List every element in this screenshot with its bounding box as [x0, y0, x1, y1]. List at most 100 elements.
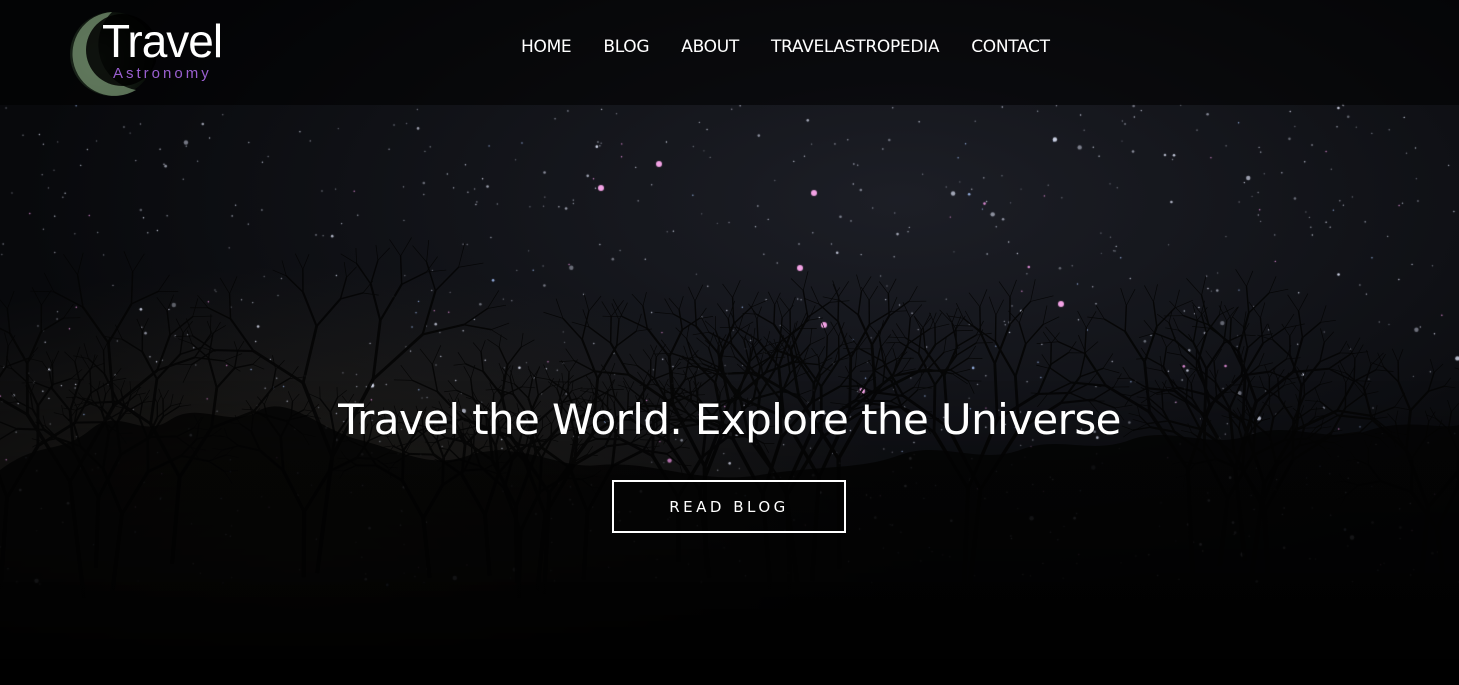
tree-branch [121, 338, 143, 353]
tree-branch [487, 304, 507, 309]
tree-branch [1122, 366, 1131, 379]
tree-branch [642, 292, 647, 307]
tree-branch [1259, 317, 1264, 344]
tree-branch [601, 301, 612, 317]
tree-branch [1323, 331, 1335, 343]
nav-item-blog[interactable]: BLOG [587, 36, 665, 58]
tree-branch [1030, 295, 1054, 302]
tree-branch [1153, 284, 1158, 302]
tree-branch [1454, 367, 1459, 370]
tree-branch [890, 296, 898, 312]
tree-branch [934, 312, 942, 325]
tree-branch [457, 352, 466, 364]
tree-branch [796, 357, 815, 384]
tree-branch [1042, 305, 1048, 325]
tree-branch [794, 361, 818, 366]
tree-branch [1235, 269, 1247, 287]
tree-branch [773, 304, 776, 325]
tree-branch [389, 239, 401, 257]
tree-branch [104, 336, 123, 340]
tree-branch [885, 341, 900, 344]
tree-branch [1383, 366, 1399, 383]
tree-branch [1095, 305, 1105, 320]
tree-branch [891, 329, 901, 343]
tree-branch [1014, 343, 1027, 377]
tree-branch [927, 351, 945, 370]
tree-branch [698, 307, 707, 319]
tree-branch [1045, 326, 1059, 342]
tree-branch [954, 329, 973, 332]
tree-branch [182, 364, 192, 383]
tree-branch [750, 306, 758, 320]
tree-branch [102, 350, 106, 375]
tree-branch [664, 298, 674, 315]
tree-branch [371, 320, 382, 380]
tree-branch [1050, 352, 1069, 365]
tree-branch [860, 286, 870, 301]
tree-branch [42, 362, 50, 373]
site-logo[interactable]: Travel Astronomy [66, 8, 256, 102]
tree-branch [837, 296, 840, 322]
tree-branch [1287, 294, 1299, 312]
tree-branch [1366, 349, 1372, 366]
tree-branch [779, 297, 791, 312]
tree-branch [700, 316, 710, 333]
tree-branch [343, 261, 347, 278]
tree-branch [1260, 302, 1266, 318]
tree-branch [856, 274, 862, 292]
nav-item-home[interactable]: HOME [505, 36, 587, 58]
tree-branch [650, 371, 672, 382]
tree-branch [880, 334, 892, 348]
tree-branch [356, 263, 372, 285]
tree-branch [1042, 331, 1052, 344]
tree-branch [930, 323, 950, 329]
tree-branch [1146, 367, 1163, 372]
tree-branch [77, 252, 84, 275]
tree-branch [206, 320, 213, 336]
tree-branch [362, 292, 379, 296]
tree-branch [821, 321, 828, 337]
tree-branch [156, 297, 168, 312]
tree-branch [653, 357, 658, 379]
nav-item-travelastropedia[interactable]: TRAVELASTROPEDIA [755, 36, 955, 58]
tree-branch [994, 341, 1017, 377]
tree-branch [668, 298, 680, 310]
top-navbar: Travel Astronomy HOME BLOG ABOUT TRAVELA… [0, 0, 1459, 105]
tree-branch [733, 306, 752, 325]
tree-branch [491, 322, 510, 330]
tree-branch [635, 313, 642, 332]
logo-subtitle: Astronomy [113, 65, 212, 82]
tree-branch [591, 367, 599, 380]
tree-branch [679, 355, 694, 367]
tree-branch [1247, 335, 1262, 349]
nav-item-contact[interactable]: CONTACT [955, 36, 1066, 58]
tree-branch [1232, 316, 1244, 328]
tree-branch [107, 303, 133, 344]
tree-branch [207, 307, 231, 320]
tree-branch [399, 255, 403, 285]
nav-item-about[interactable]: ABOUT [665, 36, 755, 58]
tree-branch [422, 323, 465, 336]
tree-branch [480, 340, 486, 353]
tree-branch [1186, 278, 1202, 296]
tree-branch [419, 348, 433, 365]
tree-branch [979, 306, 982, 333]
tree-branch [1291, 337, 1304, 373]
tree-branch [922, 327, 927, 351]
tree-branch [583, 293, 590, 312]
tree-branch [157, 274, 170, 292]
tree-branch [616, 330, 637, 347]
tree-branch [809, 337, 825, 345]
tree-branch [6, 308, 11, 334]
tree-branch [920, 317, 932, 331]
tree-branch [1030, 279, 1036, 302]
tree-branch [779, 317, 783, 343]
tree-branch [1025, 324, 1044, 345]
tree-branch [951, 308, 958, 323]
hero-headline: Travel the World. Explore the Universe [338, 395, 1121, 444]
tree-branch [901, 357, 912, 372]
tree-branch [1104, 318, 1126, 333]
read-blog-button[interactable]: READ BLOG [612, 480, 846, 533]
tree-branch [654, 352, 672, 355]
tree-branch [1205, 350, 1215, 362]
